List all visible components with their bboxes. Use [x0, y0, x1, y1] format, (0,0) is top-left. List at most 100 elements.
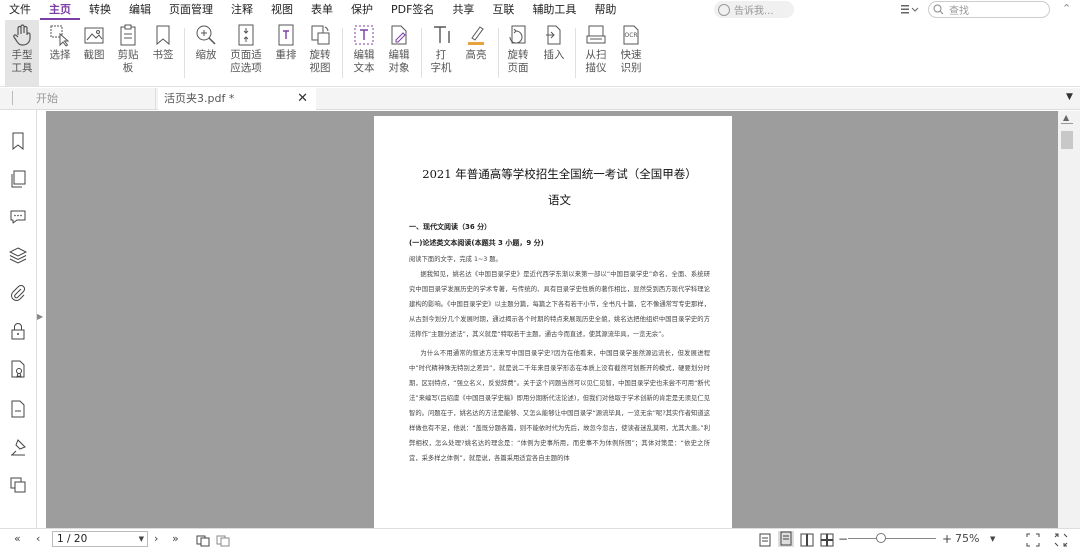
scrollbar-thumb[interactable]	[1061, 131, 1073, 149]
typewriter-button[interactable]: 打 字机	[423, 20, 459, 86]
certify-panel-icon[interactable]	[9, 438, 27, 456]
reflow-icon	[278, 24, 294, 46]
menu-item-8[interactable]: 保护	[342, 0, 382, 20]
page-fit-button[interactable]: 页面适 应选项	[224, 20, 268, 86]
insert-button[interactable]: 插入	[536, 20, 572, 86]
security-panel-icon[interactable]	[9, 322, 27, 340]
menu-item-0[interactable]: 文件	[0, 0, 40, 20]
menu-item-6[interactable]: 视图	[262, 0, 302, 20]
find-input[interactable]: 查找	[928, 1, 1050, 18]
page-number-input[interactable]: 1 / 20 ▼	[52, 531, 148, 547]
menu-item-3[interactable]: 编辑	[120, 0, 160, 20]
section-heading: 一、现代文阅读（36 分）	[409, 223, 492, 231]
menu-item-13[interactable]: 帮助	[585, 0, 625, 20]
content-panel-icon[interactable]	[9, 476, 27, 494]
bookmark-icon	[156, 25, 170, 46]
menu-item-9[interactable]: PDF签名	[382, 0, 443, 20]
zoom-dropdown-icon[interactable]: ▼	[990, 531, 995, 547]
continuous-facing-icon[interactable]	[820, 532, 834, 548]
tab-start[interactable]: 开始	[28, 88, 156, 110]
previous-page-icon[interactable]: ‹	[36, 531, 40, 547]
search-icon	[933, 4, 944, 15]
zoom-button[interactable]: 缩放	[188, 20, 224, 86]
typewriter-icon	[434, 26, 450, 43]
menu-item-7[interactable]: 表单	[302, 0, 342, 20]
continuous-page-icon[interactable]	[778, 531, 794, 547]
edit-object-button[interactable]: 编辑 对象	[380, 20, 418, 86]
clipboard-button[interactable]: 剪贴 板	[110, 20, 146, 86]
full-screen-icon[interactable]	[1054, 532, 1068, 548]
rotate-view-button[interactable]: 旋转 视图	[302, 20, 338, 86]
rotate-page-icon	[509, 25, 526, 44]
rotate-view-icon	[311, 25, 330, 45]
scroll-up-icon[interactable]: ▲	[1063, 113, 1069, 122]
quick-ocr-button[interactable]: OCR 快速 识别	[613, 20, 649, 86]
ribbon-collapse-icon[interactable]: ⌃	[1062, 2, 1071, 15]
tell-me-box[interactable]: 告诉我...	[714, 1, 794, 18]
tab-document-label: 活页夹3.pdf *	[164, 92, 235, 105]
ribbon-separator	[421, 28, 422, 78]
menu-item-5[interactable]: 注释	[222, 0, 262, 20]
menu-item-1[interactable]: 主页	[40, 0, 80, 20]
facing-page-icon[interactable]	[800, 532, 814, 548]
snapshot-label: 截图	[83, 49, 105, 61]
vertical-scrollbar[interactable]: ▲	[1058, 111, 1080, 528]
menu-item-4[interactable]: 页面管理	[160, 0, 222, 20]
first-page-icon[interactable]: «	[14, 531, 21, 547]
zoom-slider-knob[interactable]	[875, 533, 886, 543]
pages-panel-icon[interactable]	[9, 170, 27, 188]
close-icon[interactable]: ✕	[297, 88, 308, 110]
rotate-page-label: 旋转 页面	[507, 49, 529, 74]
document-properties-icon[interactable]	[9, 400, 27, 418]
clipboard-label: 剪贴 板	[117, 49, 139, 74]
page-dropdown-icon[interactable]: ▼	[139, 532, 144, 546]
zoom-out-icon[interactable]: −	[838, 531, 848, 547]
previous-view-icon[interactable]	[196, 533, 210, 549]
signature-panel-icon[interactable]	[9, 360, 27, 378]
ribbon-separator	[184, 28, 185, 78]
status-bar: « ‹ 1 / 20 ▼ › » − + 75% ▼	[0, 528, 1080, 548]
single-page-icon[interactable]	[758, 532, 772, 548]
menu-item-10[interactable]: 共享	[443, 0, 483, 20]
edit-text-icon	[354, 25, 374, 45]
bookmark-panel-icon[interactable]	[9, 132, 27, 150]
menu-item-12[interactable]: 辅助工具	[523, 0, 585, 20]
highlight-button[interactable]: 高亮	[458, 20, 494, 86]
find-placeholder: 查找	[949, 6, 969, 17]
subsection-heading: (一)论述类文本阅读(本题共 3 小题，9 分)	[409, 239, 544, 247]
bookmark-label: 书签	[152, 49, 174, 61]
from-scanner-button[interactable]: 从扫 描仪	[578, 20, 614, 86]
view-mode-dropdown[interactable]	[900, 3, 920, 18]
zoom-value: 75%	[955, 532, 980, 545]
scrollbar-top-line	[1061, 123, 1073, 124]
hand-tool-button[interactable]: 手型 工具	[5, 20, 39, 86]
next-view-icon[interactable]	[216, 533, 230, 549]
menu-item-11[interactable]: 互联	[483, 0, 523, 20]
fit-width-icon[interactable]	[1026, 532, 1040, 548]
zoom-slider-track[interactable]	[848, 538, 936, 539]
quick-ocr-label: 快速 识别	[620, 49, 642, 74]
edit-text-button[interactable]: 编辑 文本	[346, 20, 382, 86]
menu-item-2[interactable]: 转换	[80, 0, 120, 20]
reflow-button[interactable]: 重排	[268, 20, 304, 86]
sidebar-expand-icon[interactable]: ▶	[37, 312, 43, 321]
tab-list-dropdown-icon[interactable]: ▼	[1066, 92, 1073, 102]
zoom-in-icon[interactable]: +	[942, 531, 952, 547]
hand-tool-label: 手型 工具	[11, 49, 33, 74]
ribbon-separator	[342, 28, 343, 78]
zoom-icon	[196, 25, 216, 45]
comments-panel-icon[interactable]	[9, 208, 27, 226]
layers-panel-icon[interactable]	[9, 246, 27, 264]
page-fit-label: 页面适 应选项	[230, 49, 262, 74]
bookmark-button[interactable]: 书签	[145, 20, 181, 86]
attachment-panel-icon[interactable]	[9, 284, 27, 302]
tab-document[interactable]: 活页夹3.pdf * ✕	[158, 88, 316, 110]
last-page-icon[interactable]: »	[172, 531, 179, 547]
snapshot-button[interactable]: 截图	[76, 20, 112, 86]
rotate-page-button[interactable]: 旋转 页面	[500, 20, 536, 86]
paragraph: 为什么不用通常的叙述方法来写中国目录学史?因为在他看来，中国目录学虽然源远流长，…	[409, 350, 710, 462]
view-mode-icon	[901, 5, 919, 14]
next-page-icon[interactable]: ›	[154, 531, 158, 547]
document-viewport[interactable]: 2021 年普通高等学校招生全国统一考试（全国甲卷） 语文 一、现代文阅读（36…	[46, 111, 1058, 528]
select-button[interactable]: 选择	[42, 20, 78, 86]
